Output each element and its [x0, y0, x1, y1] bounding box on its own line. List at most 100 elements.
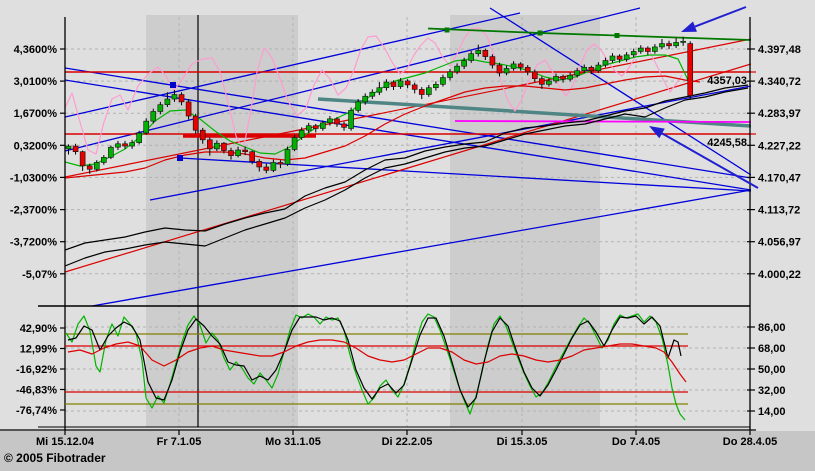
candle-up — [377, 88, 382, 93]
candle-up — [455, 66, 460, 72]
candle-up — [596, 65, 601, 71]
svg-text:4357,03: 4357,03 — [707, 75, 747, 87]
copyright-label: © 2005 Fibotrader — [4, 451, 106, 465]
svg-text:14,00: 14,00 — [758, 406, 786, 418]
candle-down — [589, 67, 594, 70]
svg-text:86,00: 86,00 — [758, 322, 786, 334]
svg-text:-2,3700%: -2,3700% — [10, 205, 57, 217]
svg-text:12,99%: 12,99% — [20, 344, 58, 356]
candle-up — [320, 123, 325, 129]
svg-text:4.056,97: 4.056,97 — [758, 237, 801, 249]
candle-up — [236, 150, 241, 156]
candle-down — [123, 144, 128, 146]
candle-up — [631, 51, 636, 54]
svg-text:Do 28.4.05: Do 28.4.05 — [723, 436, 777, 448]
candle-up — [426, 88, 431, 95]
svg-text:Mi 15.12.04: Mi 15.12.04 — [36, 436, 95, 448]
candle-up — [568, 75, 573, 79]
candle-up — [66, 146, 71, 149]
svg-text:1,6700%: 1,6700% — [14, 108, 58, 120]
candle-down — [419, 89, 424, 94]
svg-text:4.227,22: 4.227,22 — [758, 140, 801, 152]
svg-text:4.170,47: 4.170,47 — [758, 172, 801, 184]
svg-text:68,00: 68,00 — [758, 343, 786, 355]
selection-handle — [170, 82, 176, 88]
candle-up — [603, 61, 608, 66]
candle-up — [652, 47, 657, 52]
trend-marker — [615, 33, 620, 38]
candle-up — [462, 61, 467, 67]
candle-down — [518, 64, 523, 67]
magenta-trend-line — [455, 121, 751, 122]
candle-up — [130, 143, 135, 146]
candle-up — [94, 162, 99, 169]
price-chart-canvas[interactable]: 4357,03 4245,58 4,3600% 3,0100% 1,6700% 0,320… — [0, 0, 815, 471]
svg-text:Di 15.3.05: Di 15.3.05 — [497, 436, 548, 448]
candle-down — [73, 146, 78, 152]
candle-up — [575, 71, 580, 76]
candle-down — [539, 79, 544, 85]
candle-up — [356, 102, 361, 110]
candle-up — [306, 126, 311, 131]
candle-down — [221, 143, 226, 150]
candle-down — [561, 76, 566, 79]
trend-marker — [445, 28, 450, 33]
candle-down — [667, 44, 672, 46]
svg-text:-1,0300%: -1,0300% — [10, 172, 57, 184]
candle-down — [412, 85, 417, 90]
candle-up — [448, 72, 453, 78]
candle-up — [624, 55, 629, 60]
candle-up — [681, 41, 686, 42]
candle-up — [115, 144, 120, 147]
candle-down — [278, 162, 283, 164]
candle-up — [610, 56, 615, 61]
svg-text:0,3200%: 0,3200% — [14, 140, 58, 152]
svg-text:4245,58: 4245,58 — [707, 137, 747, 149]
svg-text:4.113,72: 4.113,72 — [758, 205, 800, 217]
candle-up — [476, 50, 481, 53]
svg-text:3,0100%: 3,0100% — [14, 76, 58, 88]
candle-down — [313, 126, 318, 129]
svg-text:Di 22.2.05: Di 22.2.05 — [382, 436, 433, 448]
candle-down — [688, 44, 693, 96]
candle-up — [398, 81, 403, 87]
candle-up — [292, 138, 297, 150]
candle-up — [172, 95, 177, 100]
candle-down — [80, 152, 85, 166]
candle-up — [271, 162, 276, 170]
candle-down — [617, 56, 622, 59]
svg-text:4.000,22: 4.000,22 — [758, 269, 801, 281]
svg-text:4.340,72: 4.340,72 — [758, 76, 801, 88]
candle-up — [553, 76, 558, 81]
candle-up — [440, 78, 445, 85]
svg-text:4.283,97: 4.283,97 — [758, 108, 801, 120]
svg-text:4.397,48: 4.397,48 — [758, 44, 801, 56]
candle-up — [638, 48, 643, 51]
candle-down — [334, 119, 339, 124]
svg-text:Fr 7.1.05: Fr 7.1.05 — [157, 436, 202, 448]
candle-up — [158, 105, 163, 112]
candle-up — [433, 84, 438, 87]
svg-text:-46,83%: -46,83% — [16, 385, 57, 397]
candle-up — [108, 147, 113, 157]
candle-up — [674, 42, 679, 45]
candle-up — [214, 143, 219, 149]
candle-down — [207, 140, 212, 149]
candle-down — [525, 67, 530, 72]
candle-up — [659, 44, 664, 47]
candle-down — [228, 151, 233, 156]
candle-up — [504, 68, 509, 73]
candle-up — [137, 133, 142, 143]
candle-down — [193, 116, 198, 130]
svg-text:42,90%: 42,90% — [20, 323, 58, 335]
svg-text:-76,74%: -76,74% — [16, 405, 57, 417]
candle-down — [391, 82, 396, 87]
candle-down — [179, 95, 184, 102]
candle-up — [511, 64, 516, 69]
candle-down — [243, 150, 248, 152]
candle-up — [327, 119, 332, 123]
candle-up — [370, 92, 375, 96]
svg-text:4,3600%: 4,3600% — [14, 44, 58, 56]
svg-text:-5,07%: -5,07% — [22, 269, 57, 281]
svg-text:Do 7.4.05: Do 7.4.05 — [612, 436, 660, 448]
